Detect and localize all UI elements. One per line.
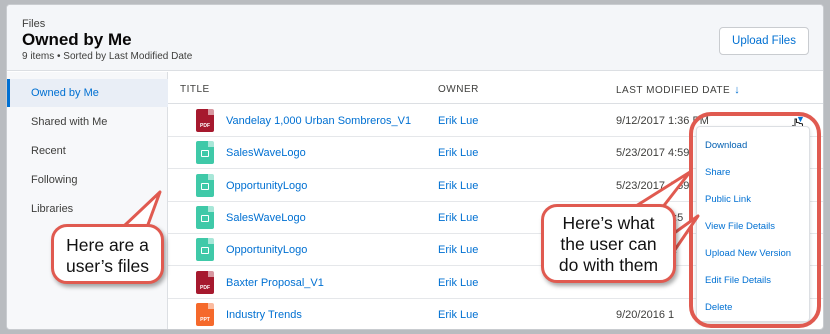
sidebar-item-shared-with-me[interactable]: Shared with Me (7, 108, 168, 136)
file-actions-menu: Download Share Public Link View File Det… (696, 126, 810, 322)
file-name-link[interactable]: SalesWaveLogo (226, 147, 306, 159)
sidebar: Owned by Me Shared with Me Recent Follow… (7, 72, 168, 329)
image-file-icon (196, 238, 214, 262)
page-header: Files Owned by Me 9 items • Sorted by La… (7, 5, 823, 71)
file-name-link[interactable]: Baxter Proposal_V1 (226, 277, 324, 289)
callout-right-line-3: do with them (558, 255, 659, 275)
breadcrumb[interactable]: Files (22, 18, 45, 30)
sidebar-item-recent[interactable]: Recent (7, 137, 168, 165)
menu-item-view-file-details[interactable]: View File Details (705, 221, 775, 232)
owner-link[interactable]: Erik Lue (438, 147, 478, 159)
menu-item-share[interactable]: Share (705, 167, 730, 178)
owner-link[interactable]: Erik Lue (438, 180, 478, 192)
modified-date: 5/23/2017 4:59 (616, 179, 690, 192)
modified-date: 9/20/2016 1 (616, 308, 675, 321)
menu-item-edit-file-details[interactable]: Edit File Details (705, 275, 771, 286)
owner-link[interactable]: Erik Lue (438, 115, 478, 127)
sort-descending-icon: ↓ (734, 84, 741, 96)
column-modified-label: LAST MODIFIED DATE (616, 85, 731, 96)
file-name-link[interactable]: Vandelay 1,000 Urban Sombreros_V1 (226, 115, 411, 127)
menu-item-download[interactable]: Download (705, 140, 747, 151)
file-name-link[interactable]: Industry Trends (226, 309, 302, 321)
image-file-icon (196, 141, 214, 165)
pdf-file-icon: PDF (196, 109, 214, 132)
upload-files-button[interactable]: Upload Files (719, 27, 809, 55)
list-summary: 9 items • Sorted by Last Modified Date (22, 51, 193, 62)
column-modified-header[interactable]: LAST MODIFIED DATE ↓ (616, 84, 740, 96)
file-name-link[interactable]: OpportunityLogo (226, 244, 307, 256)
callout-right-line-2: the user can (560, 234, 657, 254)
menu-item-delete[interactable]: Delete (705, 302, 732, 313)
sidebar-item-libraries[interactable]: Libraries (7, 195, 168, 223)
menu-item-public-link[interactable]: Public Link (705, 194, 751, 205)
sidebar-item-following[interactable]: Following (7, 166, 168, 194)
callout-right-line-1: Here’s what (562, 213, 655, 233)
column-title-header[interactable]: TITLE (180, 84, 210, 95)
image-file-icon (196, 205, 214, 229)
ppt-file-icon: PPT (196, 302, 214, 326)
callout-user-actions: Here’s what the user can do with them (541, 204, 676, 283)
owner-link[interactable]: Erik Lue (438, 309, 478, 321)
callout-users-files: Here are a user’s files (51, 224, 164, 284)
column-owner-header[interactable]: OWNER (438, 84, 479, 95)
sidebar-item-owned-by-me[interactable]: Owned by Me (7, 79, 168, 107)
callout-left-line-2: user’s files (66, 256, 149, 276)
table-header: TITLE OWNER LAST MODIFIED DATE ↓ (168, 72, 823, 104)
owner-link[interactable]: Erik Lue (438, 244, 478, 256)
owner-link[interactable]: Erik Lue (438, 212, 478, 224)
menu-item-upload-new-version[interactable]: Upload New Version (705, 248, 791, 259)
image-file-icon (196, 173, 214, 197)
page-title: Owned by Me (22, 30, 132, 49)
file-name-link[interactable]: SalesWaveLogo (226, 212, 306, 224)
pdf-file-icon: PDF (196, 270, 214, 294)
callout-left-line-1: Here are a (66, 235, 149, 255)
modified-date: 5/23/2017 4:59 (616, 147, 690, 160)
owner-link[interactable]: Erik Lue (438, 277, 478, 289)
modified-date: 9/12/2017 1:36 PM (616, 115, 709, 127)
file-name-link[interactable]: OpportunityLogo (226, 180, 307, 192)
